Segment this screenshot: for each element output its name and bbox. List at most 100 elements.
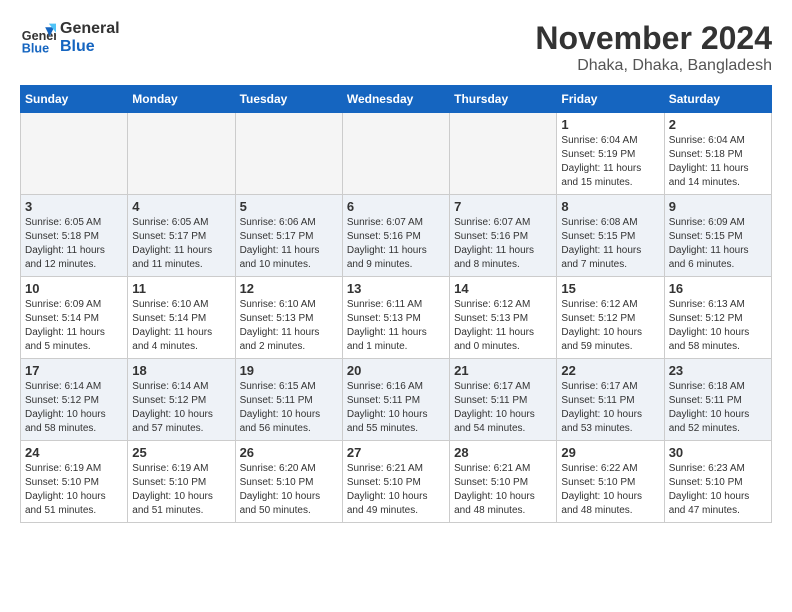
day-info: Sunrise: 6:06 AM Sunset: 5:17 PM Dayligh… — [240, 216, 338, 272]
day-info: Sunrise: 6:09 AM Sunset: 5:14 PM Dayligh… — [25, 298, 123, 354]
day-number: 16 — [669, 281, 767, 296]
day-info: Sunrise: 6:05 AM Sunset: 5:17 PM Dayligh… — [132, 216, 230, 272]
calendar-day: 11 Sunrise: 6:10 AM Sunset: 5:14 PM Dayli… — [128, 277, 235, 359]
day-number: 30 — [669, 445, 767, 460]
day-info: Sunrise: 6:22 AM Sunset: 5:10 PM Dayligh… — [561, 462, 659, 518]
header-day-monday: Monday — [128, 86, 235, 113]
calendar-day: 27Sunrise: 6:21 AM Sunset: 5:10 PM Dayli… — [342, 441, 449, 523]
day-info: Sunrise: 6:15 AM Sunset: 5:11 PM Dayligh… — [240, 380, 338, 436]
day-number: 25 — [132, 445, 230, 460]
day-number: 9 — [669, 199, 767, 214]
calendar-day: 8 Sunrise: 6:08 AM Sunset: 5:15 PM Daylig… — [557, 195, 664, 277]
calendar-day: 3Sunrise: 6:05 AM Sunset: 5:18 PM Daylig… — [21, 195, 128, 277]
calendar-day — [128, 113, 235, 195]
calendar-body: 1Sunrise: 6:04 AM Sunset: 5:19 PM Daylig… — [21, 113, 772, 523]
day-info: Sunrise: 6:10 AM Sunset: 5:14 PM Dayligh… — [132, 298, 230, 354]
calendar: SundayMondayTuesdayWednesdayThursdayFrid… — [20, 85, 772, 523]
day-number: 19 — [240, 363, 338, 378]
day-info: Sunrise: 6:19 AM Sunset: 5:10 PM Dayligh… — [25, 462, 123, 518]
header-row: SundayMondayTuesdayWednesdayThursdayFrid… — [21, 86, 772, 113]
calendar-day: 7 Sunrise: 6:07 AM Sunset: 5:16 PM Daylig… — [450, 195, 557, 277]
day-info: Sunrise: 6:16 AM Sunset: 5:11 PM Dayligh… — [347, 380, 445, 436]
calendar-day: 25 Sunrise: 6:19 AM Sunset: 5:10 PM Dayli… — [128, 441, 235, 523]
day-info: Sunrise: 6:17 AM Sunset: 5:11 PM Dayligh… — [561, 380, 659, 436]
day-info: Sunrise: 6:17 AM Sunset: 5:11 PM Dayligh… — [454, 380, 552, 436]
calendar-day: 22Sunrise: 6:17 AM Sunset: 5:11 PM Dayli… — [557, 359, 664, 441]
day-number: 21 — [454, 363, 552, 378]
calendar-day: 14 Sunrise: 6:12 AM Sunset: 5:13 PM Dayli… — [450, 277, 557, 359]
day-info: Sunrise: 6:05 AM Sunset: 5:18 PM Dayligh… — [25, 216, 123, 272]
header: General Blue General Blue November 2024 … — [20, 20, 772, 75]
day-info: Sunrise: 6:12 AM Sunset: 5:13 PM Dayligh… — [454, 298, 552, 354]
calendar-day: 2 Sunrise: 6:04 AM Sunset: 5:18 PM Daylig… — [664, 113, 771, 195]
day-info: Sunrise: 6:04 AM Sunset: 5:18 PM Dayligh… — [669, 134, 767, 190]
calendar-week-5: 24 Sunrise: 6:19 AM Sunset: 5:10 PM Dayli… — [21, 441, 772, 523]
calendar-day: 29 Sunrise: 6:22 AM Sunset: 5:10 PM Dayli… — [557, 441, 664, 523]
calendar-day: 16 Sunrise: 6:13 AM Sunset: 5:12 PM Dayli… — [664, 277, 771, 359]
calendar-day: 23 Sunrise: 6:18 AM Sunset: 5:11 PM Dayli… — [664, 359, 771, 441]
day-info: Sunrise: 6:13 AM Sunset: 5:12 PM Dayligh… — [669, 298, 767, 354]
calendar-day — [450, 113, 557, 195]
day-info: Sunrise: 6:07 AM Sunset: 5:16 PM Dayligh… — [454, 216, 552, 272]
calendar-day: 20 Sunrise: 6:16 AM Sunset: 5:11 PM Dayli… — [342, 359, 449, 441]
day-number: 24 — [25, 445, 123, 460]
day-number: 14 — [454, 281, 552, 296]
calendar-day: 15Sunrise: 6:12 AM Sunset: 5:12 PM Dayli… — [557, 277, 664, 359]
day-number: 18 — [132, 363, 230, 378]
day-info: Sunrise: 6:04 AM Sunset: 5:19 PM Dayligh… — [561, 134, 659, 190]
day-info: Sunrise: 6:20 AM Sunset: 5:10 PM Dayligh… — [240, 462, 338, 518]
day-info: Sunrise: 6:09 AM Sunset: 5:15 PM Dayligh… — [669, 216, 767, 272]
logo: General Blue General Blue — [20, 20, 120, 56]
calendar-week-2: 3Sunrise: 6:05 AM Sunset: 5:18 PM Daylig… — [21, 195, 772, 277]
header-day-thursday: Thursday — [450, 86, 557, 113]
calendar-day — [342, 113, 449, 195]
title-section: November 2024 Dhaka, Dhaka, Bangladesh — [535, 20, 772, 75]
header-day-wednesday: Wednesday — [342, 86, 449, 113]
header-day-friday: Friday — [557, 86, 664, 113]
calendar-day — [21, 113, 128, 195]
month-title: November 2024 — [535, 20, 772, 57]
day-info: Sunrise: 6:07 AM Sunset: 5:16 PM Dayligh… — [347, 216, 445, 272]
day-info: Sunrise: 6:08 AM Sunset: 5:15 PM Dayligh… — [561, 216, 659, 272]
day-number: 26 — [240, 445, 338, 460]
calendar-day: 10 Sunrise: 6:09 AM Sunset: 5:14 PM Dayli… — [21, 277, 128, 359]
header-day-saturday: Saturday — [664, 86, 771, 113]
day-number: 29 — [561, 445, 659, 460]
logo-text: General Blue — [60, 20, 120, 55]
day-number: 2 — [669, 117, 767, 132]
header-day-tuesday: Tuesday — [235, 86, 342, 113]
calendar-day: 21 Sunrise: 6:17 AM Sunset: 5:11 PM Dayli… — [450, 359, 557, 441]
day-info: Sunrise: 6:11 AM Sunset: 5:13 PM Dayligh… — [347, 298, 445, 354]
svg-text:Blue: Blue — [22, 41, 49, 55]
day-number: 8 — [561, 199, 659, 214]
calendar-day: 19 Sunrise: 6:15 AM Sunset: 5:11 PM Dayli… — [235, 359, 342, 441]
calendar-week-1: 1Sunrise: 6:04 AM Sunset: 5:19 PM Daylig… — [21, 113, 772, 195]
calendar-day: 17Sunrise: 6:14 AM Sunset: 5:12 PM Dayli… — [21, 359, 128, 441]
day-number: 12 — [240, 281, 338, 296]
day-number: 10 — [25, 281, 123, 296]
day-number: 4 — [132, 199, 230, 214]
day-info: Sunrise: 6:19 AM Sunset: 5:10 PM Dayligh… — [132, 462, 230, 518]
calendar-header: SundayMondayTuesdayWednesdayThursdayFrid… — [21, 86, 772, 113]
calendar-day: 30 Sunrise: 6:23 AM Sunset: 5:10 PM Dayli… — [664, 441, 771, 523]
day-info: Sunrise: 6:21 AM Sunset: 5:10 PM Dayligh… — [347, 462, 445, 518]
calendar-day: 13Sunrise: 6:11 AM Sunset: 5:13 PM Dayli… — [342, 277, 449, 359]
calendar-day: 18 Sunrise: 6:14 AM Sunset: 5:12 PM Dayli… — [128, 359, 235, 441]
calendar-day: 4 Sunrise: 6:05 AM Sunset: 5:17 PM Daylig… — [128, 195, 235, 277]
day-number: 11 — [132, 281, 230, 296]
calendar-day: 24 Sunrise: 6:19 AM Sunset: 5:10 PM Dayli… — [21, 441, 128, 523]
calendar-day: 6Sunrise: 6:07 AM Sunset: 5:16 PM Daylig… — [342, 195, 449, 277]
day-number: 15 — [561, 281, 659, 296]
day-info: Sunrise: 6:23 AM Sunset: 5:10 PM Dayligh… — [669, 462, 767, 518]
calendar-week-3: 10 Sunrise: 6:09 AM Sunset: 5:14 PM Dayli… — [21, 277, 772, 359]
day-number: 20 — [347, 363, 445, 378]
day-info: Sunrise: 6:14 AM Sunset: 5:12 PM Dayligh… — [132, 380, 230, 436]
calendar-day: 12 Sunrise: 6:10 AM Sunset: 5:13 PM Dayli… — [235, 277, 342, 359]
day-info: Sunrise: 6:10 AM Sunset: 5:13 PM Dayligh… — [240, 298, 338, 354]
calendar-day: 1Sunrise: 6:04 AM Sunset: 5:19 PM Daylig… — [557, 113, 664, 195]
header-day-sunday: Sunday — [21, 86, 128, 113]
calendar-day: 9 Sunrise: 6:09 AM Sunset: 5:15 PM Daylig… — [664, 195, 771, 277]
day-number: 7 — [454, 199, 552, 214]
day-info: Sunrise: 6:18 AM Sunset: 5:11 PM Dayligh… — [669, 380, 767, 436]
day-number: 23 — [669, 363, 767, 378]
